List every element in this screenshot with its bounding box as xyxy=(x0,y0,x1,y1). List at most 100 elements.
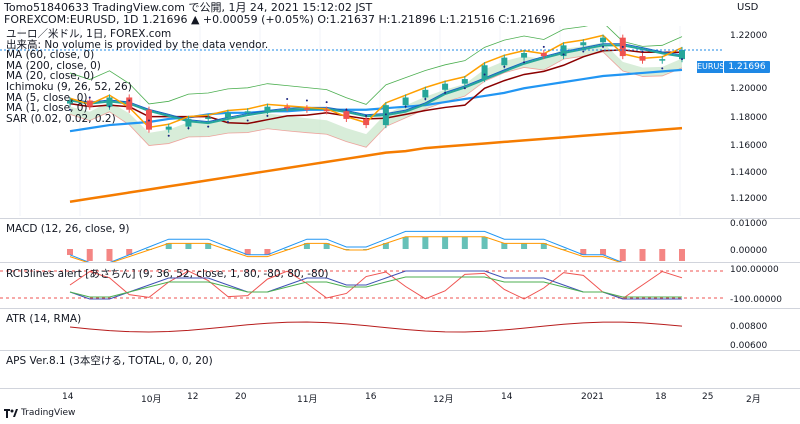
footer: TradingView xyxy=(4,408,75,418)
y-tick: 1.20000 xyxy=(730,84,768,94)
candle-body xyxy=(521,53,528,58)
sar-dot xyxy=(641,50,644,53)
y-tick: 0.00800 xyxy=(730,322,768,332)
macd-histogram-bar xyxy=(402,237,409,249)
macd-histogram-bar xyxy=(67,249,73,255)
sar-dot xyxy=(562,53,565,56)
sar-dot xyxy=(207,125,210,128)
macd-histogram-bar xyxy=(619,249,626,261)
candle-body xyxy=(422,89,429,98)
x-tick: 12 xyxy=(187,392,199,402)
candle-body xyxy=(600,37,607,43)
x-tick: 12月 xyxy=(433,395,454,405)
symbol-ohlc: FOREXCOM:EURUSD, 1D 1.21696 ▲ +0.00059 (… xyxy=(4,13,556,26)
aps-legend: APS Ver.8.1 (3本空ける, TOTAL, 0, 0, 20) xyxy=(6,355,213,367)
sar-dot xyxy=(503,65,506,68)
pane-separator[interactable] xyxy=(0,350,800,351)
candle-body xyxy=(402,97,409,106)
candle-body xyxy=(659,59,666,61)
sar-dot xyxy=(345,108,348,111)
macd-histogram-bar xyxy=(106,249,113,261)
macd-histogram-bar xyxy=(481,237,488,249)
sar-dot xyxy=(424,98,427,100)
sar-dot xyxy=(187,127,190,130)
atr-legend: ATR (14, RMA) xyxy=(6,313,82,325)
sar-dot xyxy=(384,113,387,116)
current-price-tag: 1.21696 xyxy=(724,61,770,73)
candle-body xyxy=(323,109,330,112)
y-tick: 100.00000 xyxy=(730,265,779,275)
atr-chart[interactable] xyxy=(0,309,800,350)
sar-dot xyxy=(602,45,605,48)
sar-dot xyxy=(661,67,664,70)
macd-histogram-bar xyxy=(422,237,429,249)
brand-name: TradingView xyxy=(21,408,76,418)
candle-body xyxy=(442,83,449,90)
y-tick: 0.00600 xyxy=(730,341,768,351)
x-tick: 20 xyxy=(235,392,247,402)
sar-dot xyxy=(167,134,170,137)
sar-dot xyxy=(305,99,308,102)
macd-legend: MACD (12, 26, close, 9) xyxy=(6,223,130,235)
candle-body xyxy=(343,111,350,119)
tradingview-logo-icon xyxy=(4,408,18,418)
x-tick: 2021 xyxy=(581,392,604,402)
y-tick: -100.00000 xyxy=(730,295,782,305)
legend-symbol: ユーロ／米ドル, 1日, FOREX.com xyxy=(6,28,172,40)
candle-body xyxy=(639,56,646,61)
x-tick: 14 xyxy=(62,392,74,402)
macd-histogram-bar xyxy=(86,249,93,261)
candle-body xyxy=(580,42,587,46)
legend-ichimoku: Ichimoku (9, 26, 52, 26) xyxy=(6,80,132,93)
sar-dot xyxy=(463,87,466,90)
rci-legend: RCI3lines alert [あさちん] (9, 36, 52, close… xyxy=(6,268,329,280)
y-tick: 1.22000 xyxy=(730,31,768,41)
y-tick: 0.01000 xyxy=(730,219,768,229)
y-tick: 0.00000 xyxy=(730,246,768,256)
legend-sar: SAR (0.02, 0.02, 0.2) xyxy=(6,112,116,125)
sar-dot xyxy=(483,73,486,76)
y-tick: 1.14000 xyxy=(730,168,768,178)
x-tick: 11月 xyxy=(297,395,318,405)
symbol-price-tag-name: EURUSD xyxy=(697,61,731,73)
sar-dot xyxy=(621,45,624,48)
sar-dot xyxy=(325,101,328,104)
x-tick: 10月 xyxy=(141,395,162,405)
macd-histogram-bar xyxy=(461,237,468,249)
candle-body xyxy=(481,65,488,80)
sar-dot xyxy=(523,61,526,64)
macd-histogram-bar xyxy=(659,249,666,261)
x-tick: 14 xyxy=(501,392,513,402)
candle-body xyxy=(303,108,310,110)
sar-dot xyxy=(286,98,289,100)
x-tick: 16 xyxy=(365,392,377,402)
candle-body xyxy=(501,57,508,66)
macd-histogram-bar xyxy=(442,237,449,249)
candle-body xyxy=(284,106,291,109)
candle-body xyxy=(165,126,172,130)
currency-label: USD xyxy=(737,2,759,13)
x-tick: 25 xyxy=(702,392,714,402)
macd-signal-line xyxy=(69,236,621,262)
y-tick: 1.16000 xyxy=(730,141,768,151)
atr-line xyxy=(69,321,683,333)
candle-body xyxy=(540,53,547,57)
macd-histogram-bar xyxy=(639,249,646,261)
sar-dot xyxy=(444,91,447,94)
y-tick: 1.12000 xyxy=(730,194,768,204)
sar-dot xyxy=(365,114,368,117)
sar-dot xyxy=(542,45,545,48)
x-tick: 2月 xyxy=(746,395,761,405)
sar-dot xyxy=(404,105,407,108)
sar-dot xyxy=(681,58,683,61)
macd-histogram-bar xyxy=(600,249,607,255)
candle-body xyxy=(363,118,370,126)
candle-body xyxy=(461,79,468,84)
x-tick: 18 xyxy=(655,392,667,402)
main-legend: ユーロ／米ドル, 1日, FOREX.com 出来高: No volume is… xyxy=(6,29,268,124)
pane-separator[interactable] xyxy=(0,388,800,389)
y-tick: 1.18000 xyxy=(730,113,768,123)
candle-body xyxy=(679,49,685,60)
macd-histogram-bar xyxy=(679,249,685,261)
sar-dot xyxy=(582,50,585,53)
